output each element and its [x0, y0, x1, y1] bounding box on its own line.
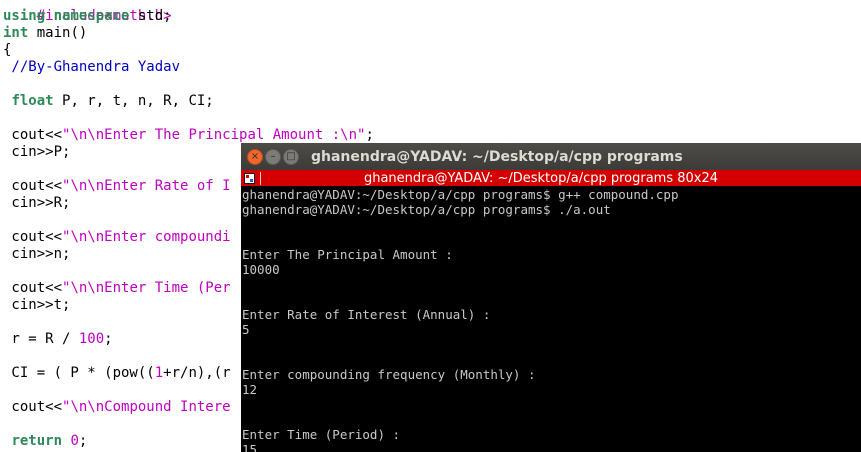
- author-comment: //By-Ghanendra Yadav: [3, 59, 181, 75]
- cin-p: cin>>P;: [3, 144, 71, 160]
- number-100: 100: [78, 331, 105, 347]
- code-line-assign-r: r = R / 100;: [3, 331, 113, 348]
- code-line-cin-t: cin>>t;: [3, 297, 70, 314]
- cout-op: cout<<: [3, 127, 63, 143]
- code-line-float-decl: float P, r, t, n, R, CI;: [3, 93, 214, 110]
- using-rest: std;: [129, 8, 172, 24]
- minimize-icon: –: [270, 150, 276, 162]
- code-line-return: return 0;: [3, 433, 87, 450]
- code-line-ci-formula: CI = ( P * (pow((1+r/n),(r: [3, 365, 231, 382]
- terminal-line: 5: [242, 322, 250, 337]
- code-line-main: int main(): [3, 25, 87, 42]
- code-line-cout-ci: cout<<"\n\nCompound Intere: [3, 399, 231, 416]
- string-frequency: "\n\nEnter compoundi: [62, 229, 231, 245]
- cin-r: cin>>R;: [3, 195, 71, 211]
- code-line-using: using namespace std;: [3, 8, 172, 25]
- cin-t: cin>>t;: [3, 297, 71, 313]
- assign-expr: r = R /: [3, 331, 79, 347]
- cout-op: cout<<: [3, 399, 63, 415]
- string-rate: "\n\nEnter Rate of I: [62, 178, 231, 194]
- terminal-line: Enter The Principal Amount :: [242, 247, 453, 262]
- semicolon: ;: [104, 331, 113, 347]
- keyword-int: int: [3, 25, 29, 41]
- ci-expr-rest: +r/n),(r: [163, 365, 231, 381]
- terminal-app-icon: [244, 172, 255, 184]
- semicolon: ;: [365, 127, 374, 143]
- terminal-window[interactable]: × – □ ghanendra@YADAV: ~/Desktop/a/cpp p…: [241, 143, 861, 452]
- open-brace: {: [3, 42, 12, 58]
- number-0: 0: [70, 433, 79, 449]
- keyword-namespace: namespace: [53, 8, 130, 24]
- string-compound: "\n\nCompound Intere: [62, 399, 231, 415]
- code-line-comment: //By-Ghanendra Yadav: [3, 59, 180, 76]
- terminal-line: Enter Time (Period) :: [242, 427, 401, 442]
- code-line-cout-rate: cout<<"\n\nEnter Rate of I: [3, 178, 231, 195]
- keyword-using: using: [3, 8, 46, 24]
- ci-expr-start: CI = ( P * (pow((: [3, 365, 155, 381]
- maximize-icon: □: [286, 150, 296, 162]
- code-line-include: #include<math.h>: [3, 0, 172, 24]
- code-line-open-brace: {: [3, 42, 11, 59]
- cin-n: cin>>n;: [3, 246, 71, 262]
- terminal-line: Enter compounding frequency (Monthly) :: [242, 367, 536, 382]
- main-signature: main(): [28, 25, 88, 41]
- code-line-cin-p: cin>>P;: [3, 144, 70, 161]
- close-button[interactable]: ×: [247, 148, 263, 165]
- window-controls: × – □: [247, 148, 299, 165]
- terminal-tab-title[interactable]: ghanendra@YADAV: ~/Desktop/a/cpp program…: [261, 171, 861, 186]
- code-line-cin-r: cin>>R;: [3, 195, 70, 212]
- string-time: "\n\nEnter Time (Per: [62, 280, 231, 296]
- terminal-line: 10000: [242, 262, 280, 277]
- window-title: ghanendra@YADAV: ~/Desktop/a/cpp program…: [311, 148, 683, 165]
- terminal-line: 15: [242, 442, 258, 452]
- string-principal: "\n\nEnter The Principal Amount :\n": [62, 127, 366, 143]
- terminal-tab-bar[interactable]: ghanendra@YADAV: ~/Desktop/a/cpp program…: [241, 170, 861, 186]
- keyword-float: float: [11, 93, 54, 109]
- maximize-button[interactable]: □: [283, 148, 299, 165]
- keyword-return: return: [11, 433, 63, 449]
- cout-op: cout<<: [3, 229, 63, 245]
- cout-op: cout<<: [3, 280, 63, 296]
- float-vars: P, r, t, n, R, CI;: [53, 93, 214, 109]
- close-icon: ×: [250, 150, 260, 162]
- semicolon: ;: [78, 433, 88, 449]
- minimize-button[interactable]: –: [265, 148, 281, 165]
- code-line-cout-time: cout<<"\n\nEnter Time (Per: [3, 280, 231, 297]
- number-1: 1: [154, 365, 164, 381]
- code-line-cout-principal: cout<<"\n\nEnter The Principal Amount :\…: [3, 127, 374, 144]
- code-line-cin-n: cin>>n;: [3, 246, 70, 263]
- terminal-line: 12: [242, 382, 258, 397]
- code-line-cout-freq: cout<<"\n\nEnter compoundi: [3, 229, 231, 246]
- terminal-line: ghanendra@YADAV:~/Desktop/a/cpp programs…: [242, 187, 679, 202]
- terminal-line: Enter Rate of Interest (Annual) :: [242, 307, 491, 322]
- terminal-line: ghanendra@YADAV:~/Desktop/a/cpp programs…: [242, 202, 611, 217]
- terminal-titlebar[interactable]: × – □ ghanendra@YADAV: ~/Desktop/a/cpp p…: [241, 143, 861, 170]
- cout-op: cout<<: [3, 178, 63, 194]
